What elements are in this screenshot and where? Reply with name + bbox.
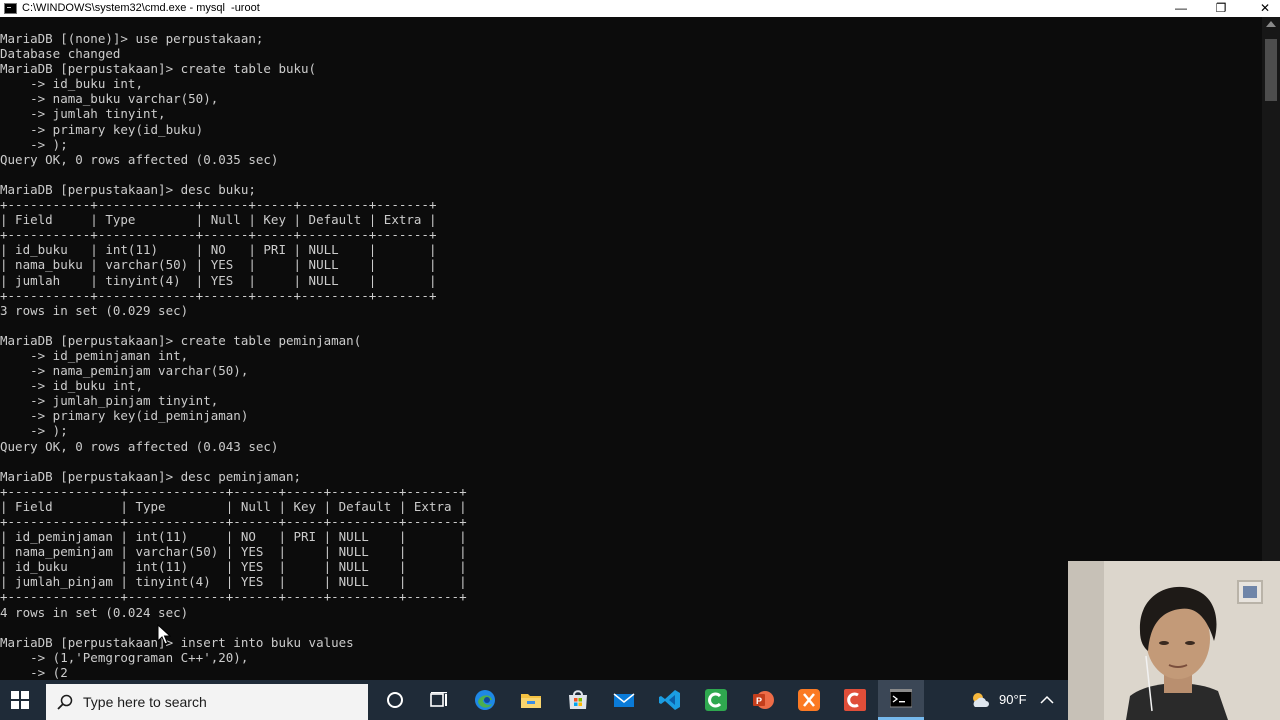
edge-icon[interactable] [473,688,497,712]
window-title: C:\WINDOWS\system32\cmd.exe - mysql -uro… [22,2,260,14]
powerpoint-icon[interactable]: P [751,688,775,712]
camtasia-icon[interactable] [704,688,728,712]
command-prompt-icon [890,689,912,708]
svg-text:P: P [756,696,762,706]
file-explorer-icon[interactable] [519,688,543,712]
webcam-person-image [1068,561,1280,720]
weather-temperature[interactable]: 90°F [999,680,1027,720]
microsoft-store-icon[interactable] [566,688,590,712]
codeigniter-icon[interactable] [843,688,867,712]
close-button[interactable]: ✕ [1242,0,1280,17]
window-title-bar[interactable]: C:\WINDOWS\system32\cmd.exe - mysql -uro… [0,0,1280,17]
windows-start-icon[interactable] [11,691,29,709]
scroll-up-arrow-icon[interactable] [1266,21,1276,27]
search-icon [57,694,73,710]
search-placeholder: Type here to search [83,694,207,710]
weather-icon[interactable] [969,690,991,710]
chevron-up-icon[interactable] [1040,694,1054,706]
cortana-icon[interactable] [383,688,407,712]
command-prompt-taskbar-button[interactable] [878,680,924,720]
mouse-pointer-icon [157,624,171,645]
visual-studio-code-icon[interactable] [658,688,682,712]
mail-icon[interactable] [612,688,636,712]
command-prompt-icon [4,3,17,14]
task-view-icon[interactable] [427,688,451,712]
xampp-icon[interactable] [797,688,821,712]
restore-button[interactable]: ❐ [1198,0,1244,17]
terminal-output: MariaDB [(none)]> use perpustakaan; Data… [0,31,467,680]
taskbar-search-box[interactable]: Type here to search [46,684,368,720]
webcam-overlay [1068,561,1280,720]
scrollbar-thumb[interactable] [1265,39,1277,101]
